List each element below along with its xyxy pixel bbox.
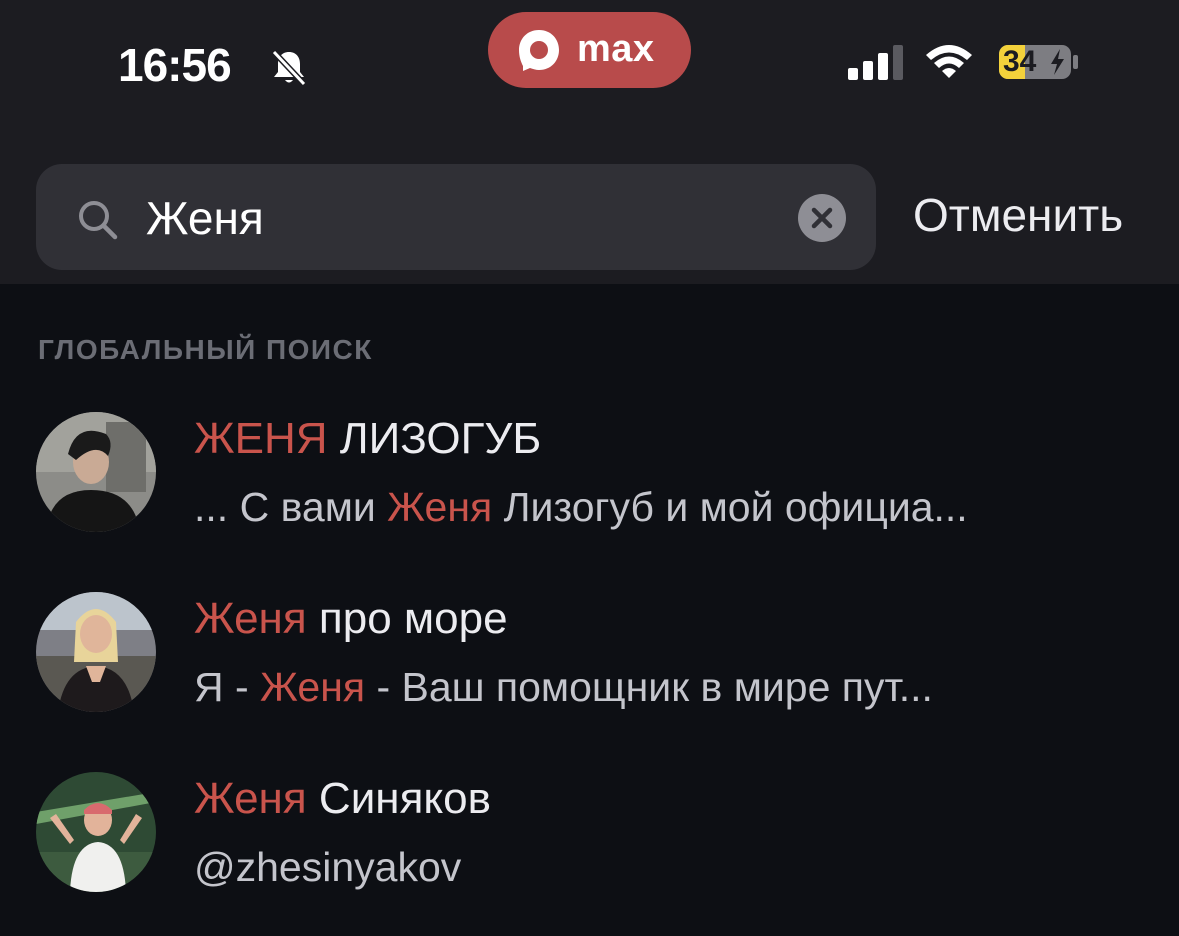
search-result-item[interactable]: ЖЕНЯ ЛИЗОГУБ ... С вами Женя Лизогуб и м… <box>0 400 1179 570</box>
result-name: Женя Синяков <box>194 774 491 823</box>
cancel-button[interactable]: Отменить <box>913 188 1123 242</box>
wifi-icon <box>926 45 972 78</box>
clear-search-icon[interactable] <box>798 194 846 242</box>
result-username: @zhesinyakov <box>194 844 462 890</box>
bell-muted-icon <box>271 49 307 87</box>
search-icon <box>79 201 118 240</box>
avatar <box>36 592 156 712</box>
max-badge-label: max <box>577 28 655 70</box>
result-name: Женя про море <box>194 594 508 643</box>
max-logo-icon <box>519 30 559 71</box>
section-title-global-search: ГЛОБАЛЬНЫЙ ПОИСК <box>38 334 373 365</box>
max-app-badge[interactable]: max <box>488 12 691 88</box>
avatar <box>36 412 156 532</box>
battery-level: 34 <box>1003 45 1037 78</box>
avatar <box>36 772 156 892</box>
result-snippet: ... С вами Женя Лизогуб и мой официа... <box>194 484 968 530</box>
result-name: ЖЕНЯ ЛИЗОГУБ <box>194 414 542 463</box>
search-result-item[interactable]: Женя Синяков @zhesinyakov <box>0 760 1179 930</box>
cellular-signal-icon <box>848 45 903 80</box>
status-time: 16:56 <box>118 39 232 91</box>
search-result-item[interactable]: Женя про море Я - Женя - Ваш помощник в … <box>0 580 1179 750</box>
search-input[interactable] <box>146 186 766 250</box>
result-snippet: Я - Женя - Ваш помощник в мире пут... <box>194 664 933 710</box>
